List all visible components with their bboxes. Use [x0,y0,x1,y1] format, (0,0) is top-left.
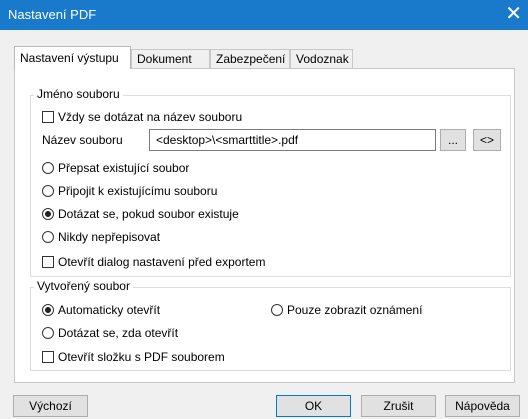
tab-watermark[interactable]: Vodoznak [290,49,353,68]
auto-open-label: Automaticky otevřít [58,303,161,317]
always-ask-label: Vždy se dotázat na název souboru [58,110,243,124]
append-label: Připojit k existujícímu souboru [58,184,218,198]
open-folder-checkbox[interactable] [42,351,54,363]
macro-button[interactable]: <> [473,129,501,151]
output-settings-panel: Jméno souboru Vždy se dotázat na název s… [14,68,515,383]
window-title: Nastavení PDF [8,7,97,22]
auto-open-radio[interactable] [42,304,54,316]
always-ask-checkbox[interactable] [42,111,54,123]
tab-document[interactable]: Dokument [131,49,210,68]
ask-open-label: Dotázat se, zda otevřít [58,326,179,340]
open-settings-label: Otevřít dialog nastavení před exportem [58,255,266,269]
filename-field[interactable]: <desktop>\<smarttitle>.pdf [149,129,436,151]
cancel-button[interactable]: Zrušit [361,395,436,417]
created-file-group-title: Vytvořený soubor [34,279,133,293]
ask-if-exists-label: Dotázat se, pokud soubor existuje [58,207,239,221]
filename-label: Název souboru [42,133,123,147]
tab-security[interactable]: Zabezpečení [210,49,290,68]
never-overwrite-label: Nikdy nepřepisovat [58,230,161,244]
open-folder-label: Otevřít složku s PDF souborem [58,350,225,364]
default-button[interactable]: Výchozí [13,395,88,417]
notify-only-radio[interactable] [271,304,283,316]
filename-group-title: Jméno souboru [34,87,123,101]
ask-if-exists-radio[interactable] [42,208,54,220]
ask-open-radio[interactable] [42,327,54,339]
browse-button[interactable]: ... [440,129,466,151]
never-overwrite-radio[interactable] [42,231,54,243]
open-settings-checkbox[interactable] [42,256,54,268]
overwrite-label: Přepsat existující soubor [58,161,190,175]
append-radio[interactable] [42,185,54,197]
notify-only-label: Pouze zobrazit oznámení [287,303,423,317]
close-icon[interactable]: ✕ [505,3,522,25]
overwrite-radio[interactable] [42,162,54,174]
tab-output-settings[interactable]: Nastavení výstupu [14,46,131,69]
help-button[interactable]: Nápověda [445,395,520,417]
ok-button[interactable]: OK [276,395,351,417]
title-bar: Nastavení PDF ✕ [0,0,528,30]
